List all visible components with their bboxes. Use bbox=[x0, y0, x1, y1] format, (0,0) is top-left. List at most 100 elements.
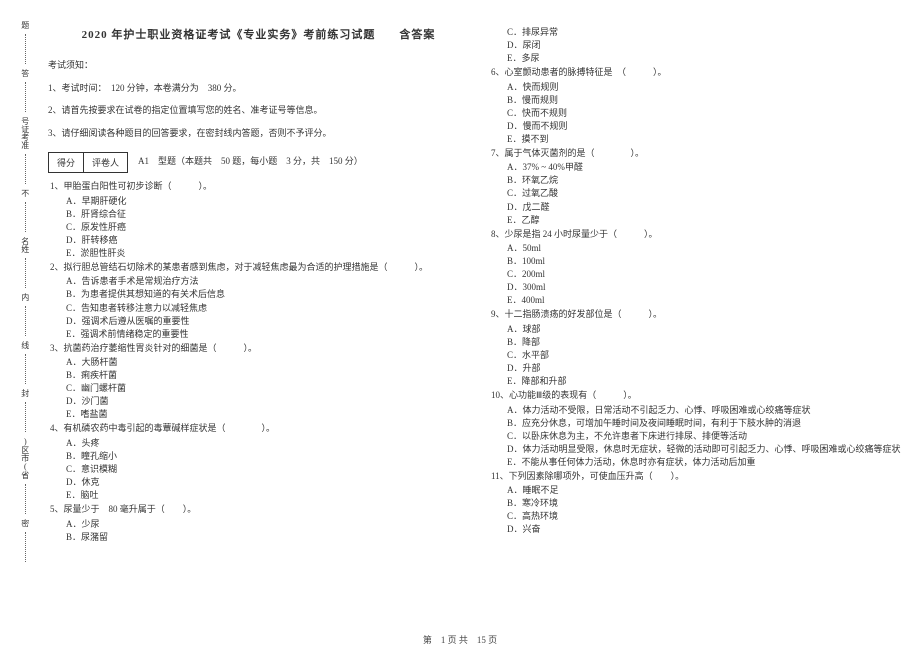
q-text: 有机磷农药中毒引起的毒蕈碱样症状是（ ）。 bbox=[64, 423, 276, 433]
margin-label: )区市(省 bbox=[20, 437, 30, 479]
exam-title: 2020 年护士职业资格证考试《专业实务》考前练习试题 含答案 bbox=[48, 26, 469, 42]
q-number: 4、 bbox=[50, 423, 64, 433]
option: C．水平部 bbox=[507, 349, 910, 362]
option: A．早期肝硬化 bbox=[66, 195, 469, 208]
option: C．意识模糊 bbox=[66, 463, 469, 476]
option: D．升部 bbox=[507, 362, 910, 375]
option: E．嗜盐菌 bbox=[66, 408, 469, 421]
score-label: 得分 bbox=[49, 153, 84, 172]
option: A．37% ~ 40%甲醛 bbox=[507, 161, 910, 174]
question-block: 7、属于气体灭菌剂的是（ ）。 A．37% ~ 40%甲醛 B．环氧乙烷 C．过… bbox=[489, 146, 910, 227]
instruction: 3、请仔细阅读各种题目的回答要求，在密封线内答题，否则不予评分。 bbox=[48, 126, 469, 140]
q-number: 3、 bbox=[50, 343, 64, 353]
option: A．睡眠不足 bbox=[507, 484, 910, 497]
option: E．强调术前情绪稳定的重要性 bbox=[66, 328, 469, 341]
option: B．痢疾杆菌 bbox=[66, 369, 469, 382]
column-left: 2020 年护士职业资格证考试《专业实务》考前练习试题 含答案 考试须知： 1、… bbox=[48, 8, 469, 620]
option: C．排尿异常 bbox=[507, 26, 910, 39]
score-box: 得分 评卷人 bbox=[48, 152, 128, 173]
content-area: 2020 年护士职业资格证考试《专业实务》考前练习试题 含答案 考试须知： 1、… bbox=[40, 8, 910, 620]
instruction: 2、请首先按要求在试卷的指定位置填写您的姓名、准考证号等信息。 bbox=[48, 103, 469, 117]
q-number: 5、 bbox=[50, 504, 64, 514]
option: E．400ml bbox=[507, 294, 910, 307]
q-text: 下列因素除哪项外，可使血压升高（ ）。 bbox=[509, 471, 685, 481]
option: A．告诉患者手术是常规治疗方法 bbox=[66, 275, 469, 288]
instruction: 1、考试时间： 120 分钟，本卷满分为 380 分。 bbox=[48, 81, 469, 95]
question-block: 9、十二指肠溃疡的好发部位是（ ）。 A．球部 B．降部 C．水平部 D．升部 … bbox=[489, 307, 910, 388]
option: A．50ml bbox=[507, 242, 910, 255]
margin-label: 号证考准 bbox=[20, 117, 30, 149]
q-number: 10、 bbox=[491, 390, 509, 400]
notice-heading: 考试须知： bbox=[48, 58, 469, 71]
grader-label: 评卷人 bbox=[84, 153, 127, 172]
q-number: 1、 bbox=[50, 181, 64, 191]
option: A．大肠杆菌 bbox=[66, 356, 469, 369]
binding-margin: 题 答 号证考准 不 名姓 内 线 封 )区市(省 密 bbox=[10, 8, 40, 620]
option: D．兴奋 bbox=[507, 523, 910, 536]
q-number: 9、 bbox=[491, 309, 505, 319]
option: D．肝转移癌 bbox=[66, 234, 469, 247]
option: E．降部和升部 bbox=[507, 375, 910, 388]
option: D．戊二醛 bbox=[507, 201, 910, 214]
question-block: 10、心功能Ⅲ级的表现有（ ）。 A．体力活动不受限，日常活动不引起乏力、心悸、… bbox=[489, 388, 910, 469]
question-block: 8、少尿是指 24 小时尿量少于（ ）。 A．50ml B．100ml C．20… bbox=[489, 227, 910, 308]
option: B．肝肾综合征 bbox=[66, 208, 469, 221]
question-block: 2、拟行胆总管结石切除术的某患者感到焦虑，对于减轻焦虑最为合适的护理措施是（ ）… bbox=[48, 260, 469, 341]
q-number: 6、 bbox=[491, 67, 505, 77]
question-block: 11、下列因素除哪项外，可使血压升高（ ）。 A．睡眠不足 B．寒冷环境 C．高… bbox=[489, 469, 910, 537]
option: D．体力活动明显受限，休息时无症状，轻微的活动即可引起乏力、心悸、呼吸困难或心绞… bbox=[507, 443, 910, 456]
option: A．球部 bbox=[507, 323, 910, 336]
option: E．乙醇 bbox=[507, 214, 910, 227]
page-footer: 第 1 页 共 15 页 bbox=[0, 633, 920, 646]
question-block: 6、心室颤动患者的脉搏特征是 （ ）。 A．快而规则 B．慢而规则 C．快而不规… bbox=[489, 65, 910, 146]
margin-label: 密 bbox=[20, 519, 30, 527]
option: D．沙门菌 bbox=[66, 395, 469, 408]
q-text: 属于气体灭菌剂的是（ ）。 bbox=[505, 148, 645, 158]
margin-label: 内 bbox=[20, 293, 30, 301]
option: C．幽门螺杆菌 bbox=[66, 382, 469, 395]
option: C．以卧床休息为主，不允许患者下床进行排尿、排便等活动 bbox=[507, 430, 910, 443]
q-text: 心功能Ⅲ级的表现有（ ）。 bbox=[509, 390, 637, 400]
question-block: 1、甲胎蛋白阳性可初步诊断（ ）。 A．早期肝硬化 B．肝肾综合征 C．原发性肝… bbox=[48, 179, 469, 260]
option: A．体力活动不受限，日常活动不引起乏力、心悸、呼吸困难或心绞痛等症状 bbox=[507, 404, 910, 417]
option: B．为患者提供其想知道的有关术后信息 bbox=[66, 288, 469, 301]
option: A．快而规则 bbox=[507, 81, 910, 94]
option: D．慢而不规则 bbox=[507, 120, 910, 133]
option: B．慢而规则 bbox=[507, 94, 910, 107]
option: A．头疼 bbox=[66, 437, 469, 450]
option: C．快而不规则 bbox=[507, 107, 910, 120]
option: E．多尿 bbox=[507, 52, 910, 65]
option: E．不能从事任何体力活动，休息时亦有症状，体力活动后加重 bbox=[507, 456, 910, 469]
option: B．环氧乙烷 bbox=[507, 174, 910, 187]
question-block: 3、抗菌药治疗萎缩性胃炎针对的细菌是（ ）。 A．大肠杆菌 B．痢疾杆菌 C．幽… bbox=[48, 341, 469, 422]
option: C．告知患者转移注意力以减轻焦虑 bbox=[66, 302, 469, 315]
q-text: 尿量少于 80 毫升属于（ ）。 bbox=[64, 504, 197, 514]
option: A．少尿 bbox=[66, 518, 469, 531]
margin-label: 题 bbox=[20, 21, 30, 29]
q-text: 心室颤动患者的脉搏特征是 （ ）。 bbox=[505, 67, 667, 77]
q-number: 2、 bbox=[50, 262, 64, 272]
margin-label: 封 bbox=[20, 389, 30, 397]
margin-label: 不 bbox=[20, 189, 30, 197]
option: C．原发性肝癌 bbox=[66, 221, 469, 234]
question-block: 5、尿量少于 80 毫升属于（ ）。 A．少尿 B．尿潴留 bbox=[48, 502, 469, 544]
column-right: C．排尿异常 D．尿闭 E．多尿 6、心室颤动患者的脉搏特征是 （ ）。 A．快… bbox=[489, 8, 910, 620]
q-number: 7、 bbox=[491, 148, 505, 158]
q-text: 少尿是指 24 小时尿量少于（ ）。 bbox=[505, 229, 658, 239]
option: B．降部 bbox=[507, 336, 910, 349]
option: D．强调术后遵从医嘱的重要性 bbox=[66, 315, 469, 328]
option: E．脑吐 bbox=[66, 489, 469, 502]
margin-label: 线 bbox=[20, 341, 30, 349]
option: D．休克 bbox=[66, 476, 469, 489]
q-number: 8、 bbox=[491, 229, 505, 239]
option: C．高热环境 bbox=[507, 510, 910, 523]
option: D．300ml bbox=[507, 281, 910, 294]
option: B．寒冷环境 bbox=[507, 497, 910, 510]
option: C．过氧乙酸 bbox=[507, 187, 910, 200]
q-number: 11、 bbox=[491, 471, 509, 481]
option: C．200ml bbox=[507, 268, 910, 281]
option: B．尿潴留 bbox=[66, 531, 469, 544]
margin-label: 答 bbox=[20, 69, 30, 77]
option: E．淤胆性肝炎 bbox=[66, 247, 469, 260]
option: B．应充分休息，可增加午睡时间及夜间睡眠时间，有利于下肢水肿的消退 bbox=[507, 417, 910, 430]
